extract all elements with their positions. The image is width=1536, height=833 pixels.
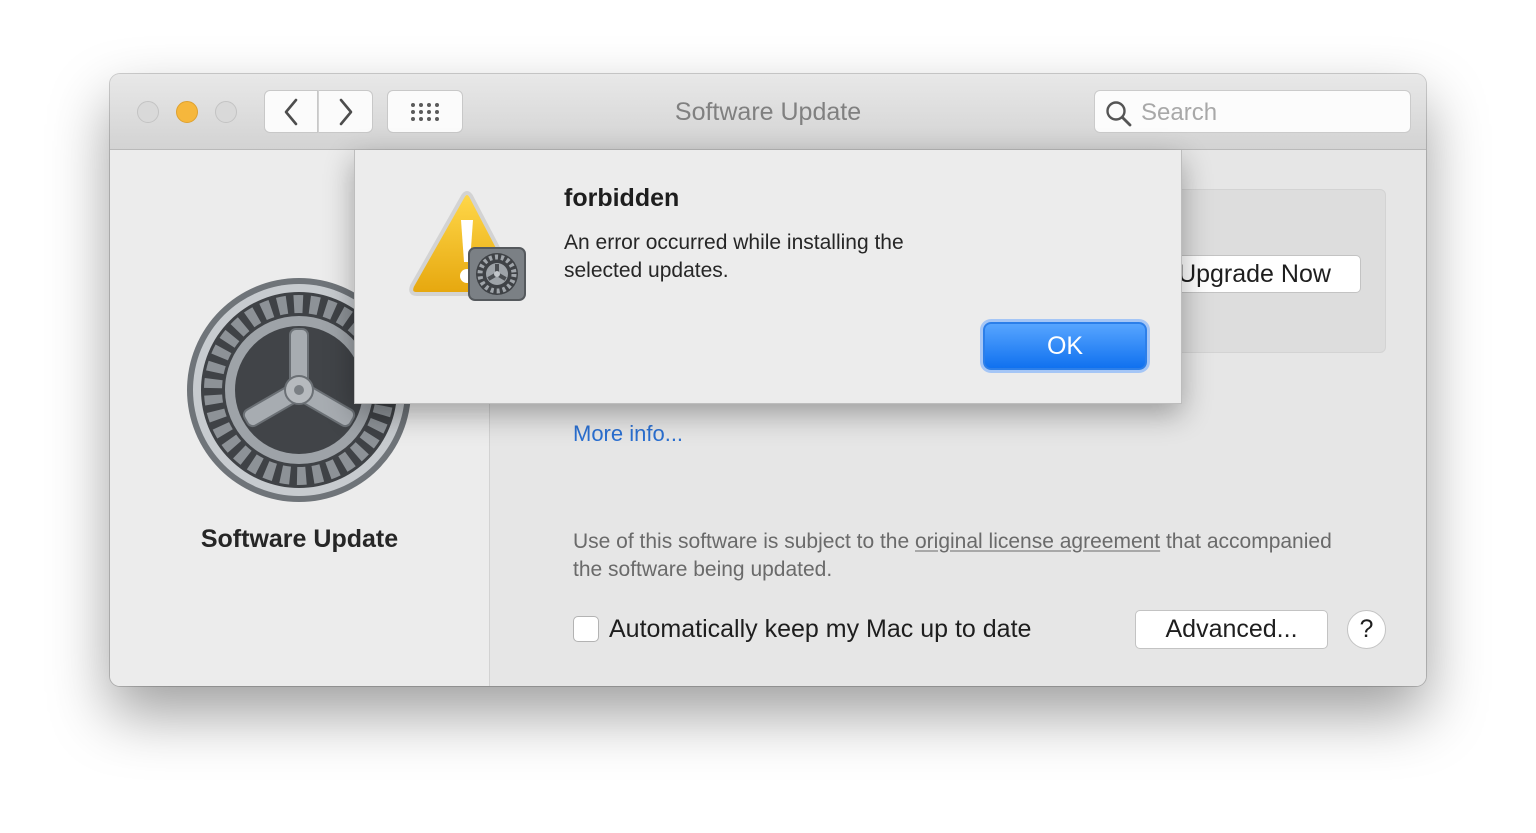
license-text: Use of this software is subject to the o… xyxy=(573,528,1333,584)
pane-title: Software Update xyxy=(200,525,399,553)
search-placeholder: Search xyxy=(1141,99,1218,126)
alert-sheet: forbidden An error occurred while instal… xyxy=(354,150,1182,404)
license-prefix: Use of this software is subject to the xyxy=(573,530,915,553)
warning-icon xyxy=(409,191,526,301)
alert-title: forbidden xyxy=(564,184,680,212)
ok-button[interactable]: OK xyxy=(983,322,1147,370)
alert-message: An error occurred while installing the s… xyxy=(564,231,904,282)
search-field[interactable]: Search xyxy=(1094,90,1411,133)
advanced-button[interactable]: Advanced... xyxy=(1135,610,1328,649)
license-agreement-link[interactable]: original license agreement xyxy=(915,530,1160,553)
auto-update-checkbox[interactable] xyxy=(573,616,599,642)
preferences-window: Software Update Search Software Update U… xyxy=(110,74,1426,686)
more-info-link[interactable]: More info... xyxy=(573,421,683,447)
help-button[interactable]: ? xyxy=(1347,610,1386,649)
auto-update-label[interactable]: Automatically keep my Mac up to date xyxy=(609,615,1031,644)
title-bar: Software Update Search xyxy=(110,74,1426,150)
auto-update-row: Automatically keep my Mac up to date xyxy=(573,610,1031,648)
search-icon xyxy=(1106,101,1132,127)
